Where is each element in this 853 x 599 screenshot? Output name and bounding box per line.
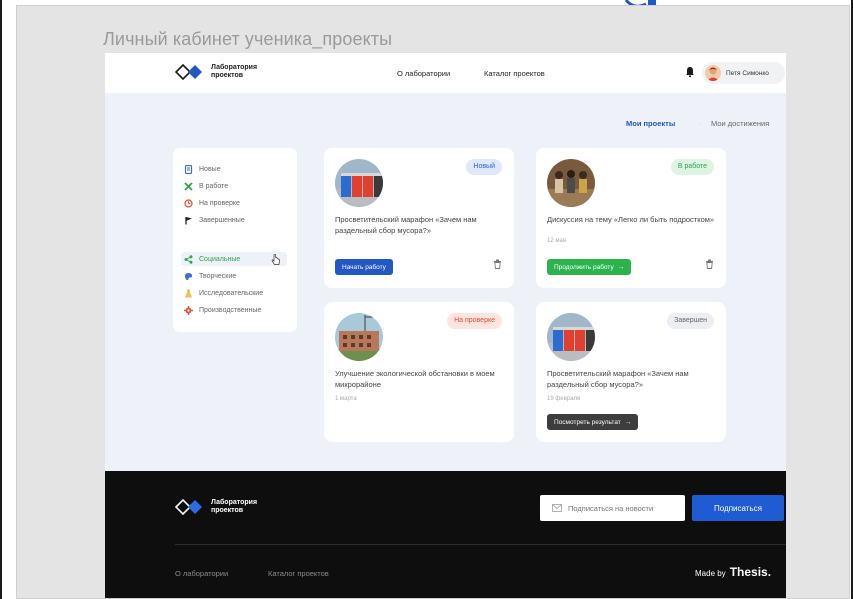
tools-icon: [184, 181, 193, 191]
user-menu[interactable]: Петя Симонко: [702, 62, 785, 84]
sidebar-item-research[interactable]: Исследовательские: [181, 286, 287, 300]
status-badge: Новый: [466, 159, 502, 175]
sidebar-item-label: Производственные: [199, 306, 262, 314]
sidebar-item-creative[interactable]: Творческие: [181, 269, 287, 283]
status-badge: Завершен: [667, 313, 714, 329]
sidebar-item-label: Социальные: [199, 255, 241, 263]
logo-mark-icon: [175, 64, 202, 80]
project-thumbnail-bins: [547, 313, 595, 361]
filter-sidebar: Новые В работе На проверке Завершенные С…: [173, 148, 297, 332]
tab-separator: ·: [698, 119, 701, 128]
avatar: [705, 65, 721, 81]
made-by-brand: Thesis.: [729, 565, 772, 579]
project-thumbnail-building: [335, 313, 383, 361]
footer-logo[interactable]: Лаборатория проектов: [175, 499, 271, 515]
sidebar-item-label: Творческие: [199, 272, 237, 280]
subscribe-button[interactable]: Подписаться: [692, 495, 784, 521]
status-badge: На проверке: [447, 313, 502, 329]
gear-icon: [184, 305, 193, 315]
arrow-right-icon: →: [617, 263, 625, 271]
sidebar-item-label: Завершенные: [199, 216, 245, 224]
arrow-right-icon: →: [624, 418, 632, 426]
project-date: 19 февраля: [547, 396, 581, 402]
sidebar-item-production[interactable]: Производственные: [181, 303, 287, 317]
project-title[interactable]: Просветительский марафон «Зачем нам разд…: [335, 215, 507, 236]
view-result-button[interactable]: Посмотреть результат →: [547, 414, 639, 430]
tab-my-projects[interactable]: Мои проекты: [626, 119, 675, 128]
project-thumbnail-bins: [335, 159, 383, 207]
site-footer: Лаборатория проектов Подписаться О лабор…: [105, 471, 786, 598]
sidebar-item-new[interactable]: Новые: [181, 162, 287, 176]
button-label: Посмотреть результат: [554, 418, 621, 426]
bell-icon[interactable]: [684, 66, 696, 78]
footer-divider: [175, 544, 786, 545]
footer-link-catalog[interactable]: Каталог проектов: [268, 569, 329, 578]
sidebar-item-completed[interactable]: Завершенные: [181, 213, 287, 227]
header-logo[interactable]: Лаборатория проектов: [175, 64, 271, 80]
flask-icon: [185, 289, 192, 297]
logo-mark-icon: [175, 499, 202, 515]
made-by-credit[interactable]: Made by Thesis.: [695, 565, 771, 579]
nav-link-catalog[interactable]: Каталог проектов: [484, 69, 545, 78]
logo-text: Лаборатория проектов: [211, 499, 258, 514]
sidebar-item-label: В работе: [199, 182, 229, 190]
review-icon: [184, 198, 193, 208]
mail-icon: [552, 504, 562, 512]
pointer-cursor-icon: [271, 254, 280, 265]
project-title[interactable]: Просветительский марафон «Зачем нам разд…: [547, 369, 719, 390]
document-icon: [184, 164, 193, 174]
button-label: Подписаться: [714, 503, 762, 513]
app-window: Лаборатория проектов О лаборатории Катал…: [105, 53, 786, 598]
start-work-button[interactable]: Начать работу: [335, 259, 393, 275]
presentation-board: Личный кабинет ученика_проекты Лаборатор…: [16, 5, 850, 599]
trash-icon[interactable]: [705, 259, 714, 269]
tab-achievements[interactable]: Мои достижения: [711, 119, 769, 128]
button-label: Продолжить работу: [554, 263, 614, 271]
user-name: Петя Симонко: [726, 69, 769, 77]
sidebar-item-label: На проверке: [199, 199, 240, 207]
project-card: В работе Дискуссия на тему «Легко ли быт…: [536, 148, 726, 288]
continue-work-button[interactable]: Продолжить работу →: [547, 259, 632, 275]
project-card: На проверке Улучшение экологической обст…: [324, 302, 514, 442]
project-title[interactable]: Дискуссия на тему «Легко ли быть подрост…: [547, 215, 719, 226]
status-badge: В работе: [670, 159, 714, 175]
share-icon: [184, 254, 193, 264]
flag-icon: [185, 216, 192, 224]
sidebar-item-social[interactable]: Социальные: [181, 252, 287, 266]
site-header: Лаборатория проектов О лаборатории Катал…: [105, 53, 786, 93]
trash-icon[interactable]: [493, 259, 502, 269]
project-title[interactable]: Улучшение экологической обстановки в мое…: [335, 369, 507, 390]
sidebar-item-label: Новые: [199, 165, 221, 173]
project-card: Новый Просветительский марафон «Зачем на…: [324, 148, 514, 288]
sidebar-item-in-progress[interactable]: В работе: [181, 179, 287, 193]
board-title: Личный кабинет ученика_проекты: [103, 29, 393, 49]
project-thumbnail-group: [547, 159, 595, 207]
project-date: 1 марта: [335, 396, 357, 402]
logo-text: Лаборатория проектов: [211, 64, 258, 79]
project-date: 12 мая: [547, 238, 567, 244]
sidebar-item-label: Исследовательские: [199, 289, 264, 297]
sidebar-item-review[interactable]: На проверке: [181, 196, 287, 210]
footer-link-about[interactable]: О лаборатории: [175, 569, 228, 578]
button-label: Начать работу: [342, 263, 386, 271]
project-card: Завершен Просветительский марафон «Зачем…: [536, 302, 726, 442]
palette-icon: [185, 272, 193, 280]
made-by-label: Made by: [695, 569, 726, 578]
nav-link-about[interactable]: О лаборатории: [397, 69, 450, 78]
frame-border-left: [0, 0, 2, 599]
